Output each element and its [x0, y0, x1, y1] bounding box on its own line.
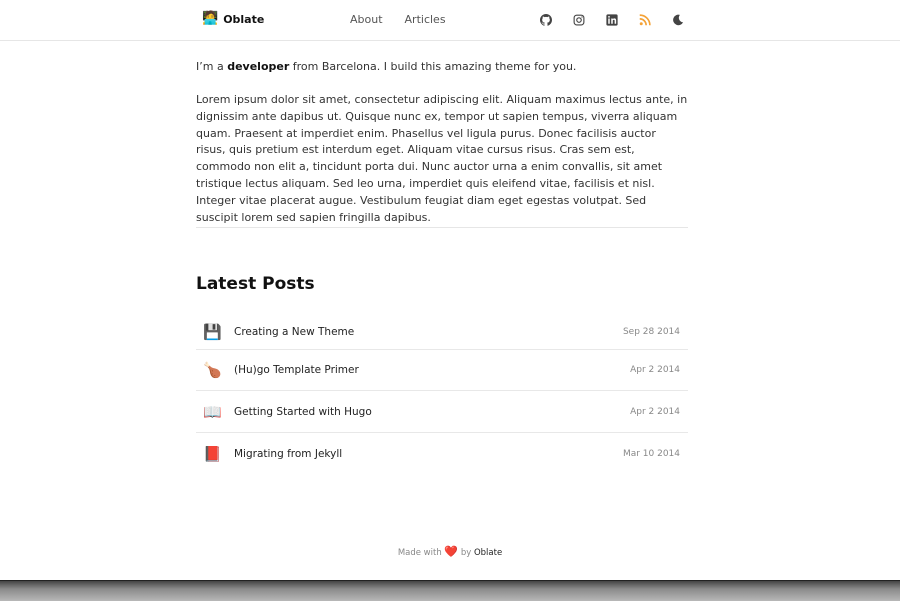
post-item-migrating-from-jekyll[interactable]: 📕 Migrating from Jekyll Mar 10 2014	[196, 433, 688, 474]
brand-link[interactable]: 🧑‍💻 Oblate	[202, 12, 264, 26]
window-bottom-edge	[0, 580, 900, 601]
footer-by: by	[460, 548, 472, 558]
open-book-icon: 📖	[203, 402, 222, 421]
poultry-leg-icon: 🍗	[203, 360, 222, 379]
github-icon[interactable]	[539, 13, 553, 27]
post-title[interactable]: (Hu)go Template Primer	[234, 364, 630, 376]
about-paragraph: Lorem ipsum dolor sit amet, consectetur …	[196, 93, 688, 224]
intro-role: developer	[227, 60, 290, 73]
closed-book-icon: 📕	[203, 444, 222, 463]
top-navbar: 🧑‍💻 Oblate About Articles	[0, 0, 900, 41]
heart-icon: ❤️	[444, 545, 459, 558]
footer-oblate-link[interactable]: Oblate	[474, 548, 502, 558]
section-divider	[196, 227, 688, 228]
brand-name: Oblate	[223, 12, 265, 26]
latest-posts-heading: Latest Posts	[196, 274, 315, 294]
intro-prefix: I’m a	[196, 60, 228, 73]
instagram-icon[interactable]	[572, 13, 586, 27]
floppy-disk-icon: 💾	[203, 322, 222, 341]
post-title[interactable]: Migrating from Jekyll	[234, 448, 623, 460]
post-date: Mar 10 2014	[622, 448, 680, 459]
post-item-creating-a-new-theme[interactable]: 💾 Creating a New Theme Sep 28 2014	[196, 314, 688, 350]
intro-suffix: from Barcelona. I build this amazing the…	[289, 60, 577, 73]
moon-icon[interactable]	[671, 13, 685, 27]
post-title[interactable]: Creating a New Theme	[234, 326, 623, 338]
linkedin-icon[interactable]	[605, 13, 619, 27]
footer-made-with: Made with	[397, 548, 442, 558]
post-date: Apr 2 2014	[630, 406, 680, 417]
nav-link-articles[interactable]: Articles	[405, 13, 446, 26]
post-item-hugo-template-primer[interactable]: 🍗 (Hu)go Template Primer Apr 2 2014	[196, 349, 688, 391]
post-date: Apr 2 2014	[630, 364, 680, 375]
post-title[interactable]: Getting Started with Hugo	[234, 406, 630, 418]
brand-avatar-emoji: 🧑‍💻	[202, 11, 219, 26]
main-content: I’m a developer from Barcelona. I build …	[196, 58, 688, 226]
social-links	[539, 13, 685, 27]
post-date: Sep 28 2014	[622, 326, 680, 337]
intro-text: I’m a developer from Barcelona. I build …	[196, 58, 688, 75]
main-nav: About Articles	[350, 13, 446, 26]
post-item-getting-started-with-hugo[interactable]: 📖 Getting Started with Hugo Apr 2 2014	[196, 391, 688, 433]
nav-link-about[interactable]: About	[350, 13, 383, 26]
rss-icon[interactable]	[638, 13, 652, 27]
footer: Made with ❤️ by Oblate	[0, 545, 900, 558]
